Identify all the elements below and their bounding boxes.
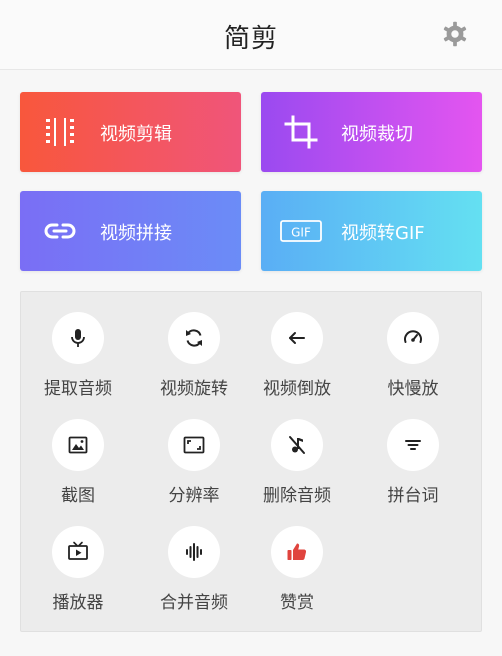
app-header: 简剪 — [0, 0, 502, 70]
arrow-left-icon — [289, 332, 305, 344]
player-tool[interactable]: 播放器 — [22, 526, 134, 626]
speed-control-tool[interactable]: 快慢放 — [357, 312, 469, 412]
card-label: 视频转GIF — [341, 223, 425, 244]
tool-icon-circle — [52, 312, 104, 364]
tool-icon-circle — [271, 312, 323, 364]
page-title: 简剪 — [223, 24, 278, 54]
tool-panel: 提取音频 视频旋转 视频倒放 快慢放 截图 分辨率 删除音频 拼台词 播放器 合… — [20, 291, 482, 632]
link-icon — [42, 213, 78, 249]
mute-music-icon — [289, 436, 305, 454]
tool-label: 拼台词 — [387, 486, 439, 506]
tool-label: 播放器 — [52, 593, 104, 613]
tool-label: 合并音频 — [160, 593, 228, 613]
card-label: 视频拼接 — [100, 223, 172, 244]
image-icon — [68, 436, 88, 454]
card-label: 视频剪辑 — [100, 124, 172, 145]
appreciate-tool[interactable]: 赞赏 — [241, 526, 353, 626]
tool-label: 提取音频 — [44, 379, 112, 399]
film-cut-icon — [42, 114, 78, 150]
tool-icon-circle — [168, 526, 220, 578]
video-to-gif-card[interactable]: GIF 视频转GIF — [261, 191, 482, 271]
thumbs-up-icon — [287, 543, 307, 560]
extract-audio-tool[interactable]: 提取音频 — [22, 312, 134, 412]
tool-label: 分辨率 — [168, 486, 220, 506]
tool-icon-circle — [387, 419, 439, 471]
subtitle-merge-tool[interactable]: 拼台词 — [357, 419, 469, 519]
card-label: 视频裁切 — [341, 124, 413, 145]
video-rotate-tool[interactable]: 视频旋转 — [138, 312, 250, 412]
tool-label: 视频倒放 — [263, 379, 331, 399]
resolution-tool[interactable]: 分辨率 — [138, 419, 250, 519]
tool-icon-circle — [52, 526, 104, 578]
waveform-icon — [186, 543, 202, 561]
gear-icon[interactable] — [441, 20, 469, 48]
subtitles-icon — [405, 440, 421, 450]
tool-icon-circle — [168, 419, 220, 471]
resolution-icon — [183, 436, 205, 454]
tool-label: 删除音频 — [263, 486, 331, 506]
video-crop-card[interactable]: 视频裁切 — [261, 92, 482, 172]
tv-play-icon — [68, 541, 88, 560]
speed-gauge-icon — [404, 330, 422, 343]
svg-text:GIF: GIF — [291, 226, 311, 240]
screenshot-tool[interactable]: 截图 — [22, 419, 134, 519]
tool-label: 赞赏 — [280, 593, 314, 613]
merge-audio-tool[interactable]: 合并音频 — [138, 526, 250, 626]
tool-icon-circle — [271, 419, 323, 471]
crop-icon — [283, 114, 319, 150]
tool-label: 快慢放 — [387, 379, 439, 399]
tool-label: 视频旋转 — [160, 379, 228, 399]
tool-icon-circle — [52, 419, 104, 471]
gif-icon: GIF — [279, 213, 323, 249]
video-reverse-tool[interactable]: 视频倒放 — [241, 312, 353, 412]
tool-icon-circle — [168, 312, 220, 364]
mic-icon — [71, 329, 85, 347]
video-join-card[interactable]: 视频拼接 — [20, 191, 241, 271]
rotate-icon — [186, 329, 202, 347]
remove-audio-tool[interactable]: 删除音频 — [241, 419, 353, 519]
tool-label: 截图 — [61, 486, 95, 506]
video-edit-card[interactable]: 视频剪辑 — [20, 92, 241, 172]
tool-icon-circle — [271, 526, 323, 578]
tool-icon-circle — [387, 312, 439, 364]
